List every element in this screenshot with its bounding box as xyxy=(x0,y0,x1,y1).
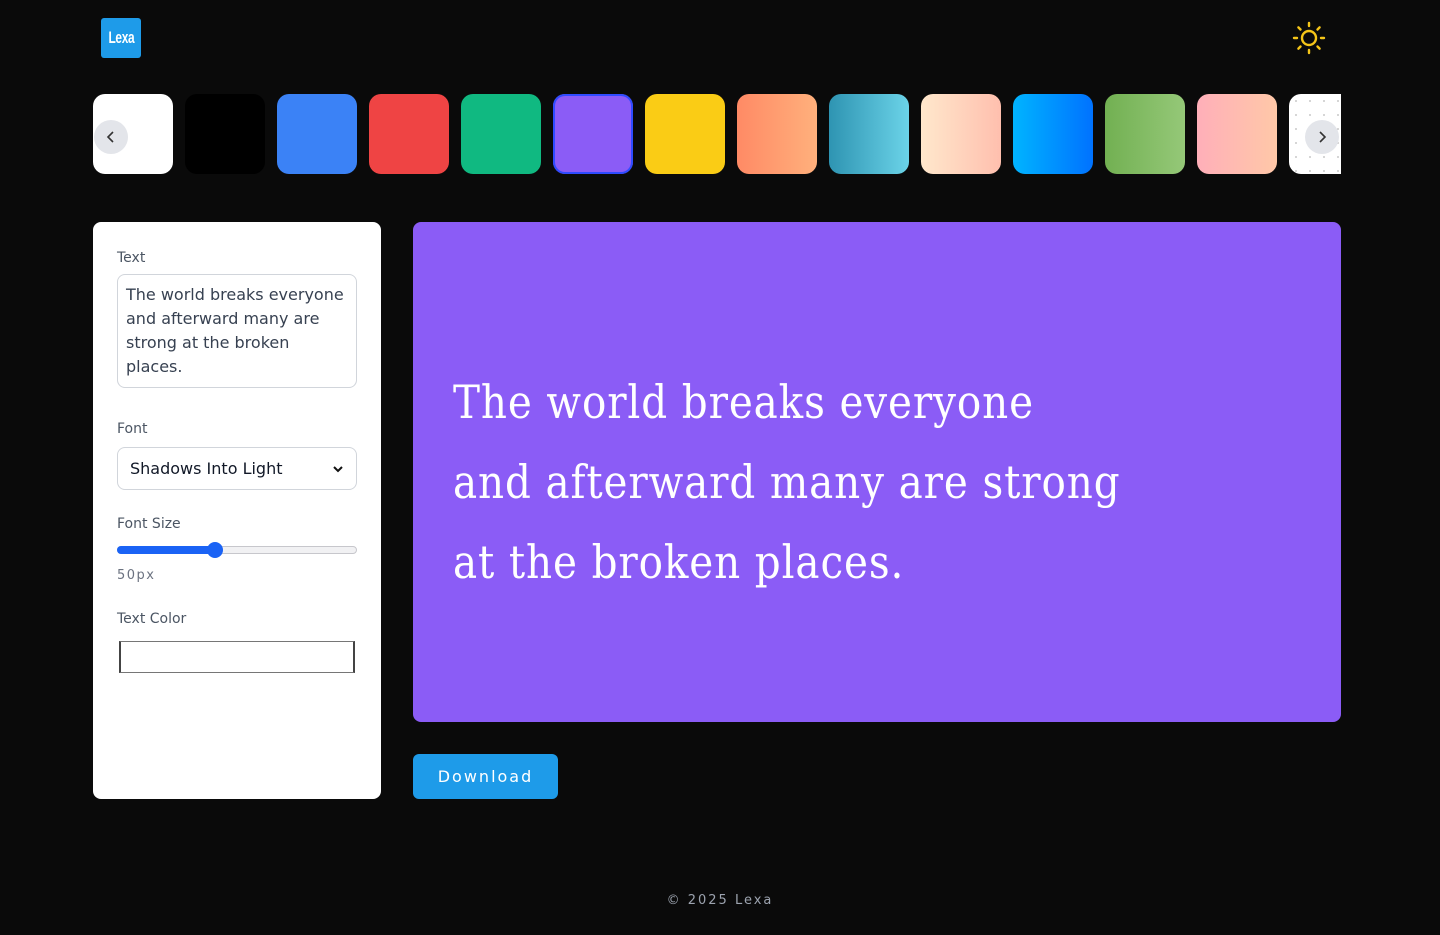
swatch-teal-gradient[interactable] xyxy=(829,94,909,174)
theme-toggle-button[interactable] xyxy=(1292,21,1326,55)
swatch-prev-button[interactable] xyxy=(94,120,128,154)
slider-fill xyxy=(117,546,216,554)
swatch-orange-gradient[interactable] xyxy=(737,94,817,174)
swatch-pink-gradient[interactable] xyxy=(1197,94,1277,174)
text-color-label: Text Color xyxy=(117,611,187,627)
swatch-peach-gradient[interactable] xyxy=(921,94,1001,174)
logo-text: Lexa xyxy=(108,28,134,47)
chevron-left-icon xyxy=(106,131,114,143)
font-size-slider[interactable] xyxy=(117,542,357,558)
swatch-green[interactable] xyxy=(461,94,541,174)
swatch-blue[interactable] xyxy=(277,94,357,174)
swatch-black[interactable] xyxy=(185,94,265,174)
background-swatch-strip xyxy=(93,94,1341,174)
swatch-red[interactable] xyxy=(369,94,449,174)
swatch-purple[interactable] xyxy=(553,94,633,174)
font-select-value: Shadows Into Light xyxy=(130,459,283,478)
chevron-down-icon xyxy=(333,465,343,472)
chevron-right-icon xyxy=(1319,131,1327,143)
font-size-label: Font Size xyxy=(117,516,181,532)
download-button[interactable]: Download xyxy=(413,754,558,799)
swatch-lime-gradient[interactable] xyxy=(1105,94,1185,174)
text-color-picker[interactable] xyxy=(119,641,355,673)
text-input[interactable]: The world breaks everyone and afterward … xyxy=(117,274,357,388)
sun-icon xyxy=(1292,21,1326,55)
swatch-yellow[interactable] xyxy=(645,94,725,174)
footer-copyright: © 2025 Lexa xyxy=(666,893,774,908)
preview-canvas: The world breaks everyone and afterward … xyxy=(413,222,1341,722)
swatch-next-button[interactable] xyxy=(1305,120,1339,154)
lexa-logo[interactable]: Lexa xyxy=(101,18,141,58)
text-label: Text xyxy=(117,250,146,266)
font-select[interactable]: Shadows Into Light xyxy=(117,447,357,490)
swatch-sky-gradient[interactable] xyxy=(1013,94,1093,174)
font-size-value: 50px xyxy=(117,568,156,583)
preview-text: The world breaks everyone and afterward … xyxy=(453,375,1121,589)
controls-panel: Text The world breaks everyone and after… xyxy=(93,222,381,799)
slider-thumb[interactable] xyxy=(207,542,224,558)
font-label: Font xyxy=(117,421,148,437)
